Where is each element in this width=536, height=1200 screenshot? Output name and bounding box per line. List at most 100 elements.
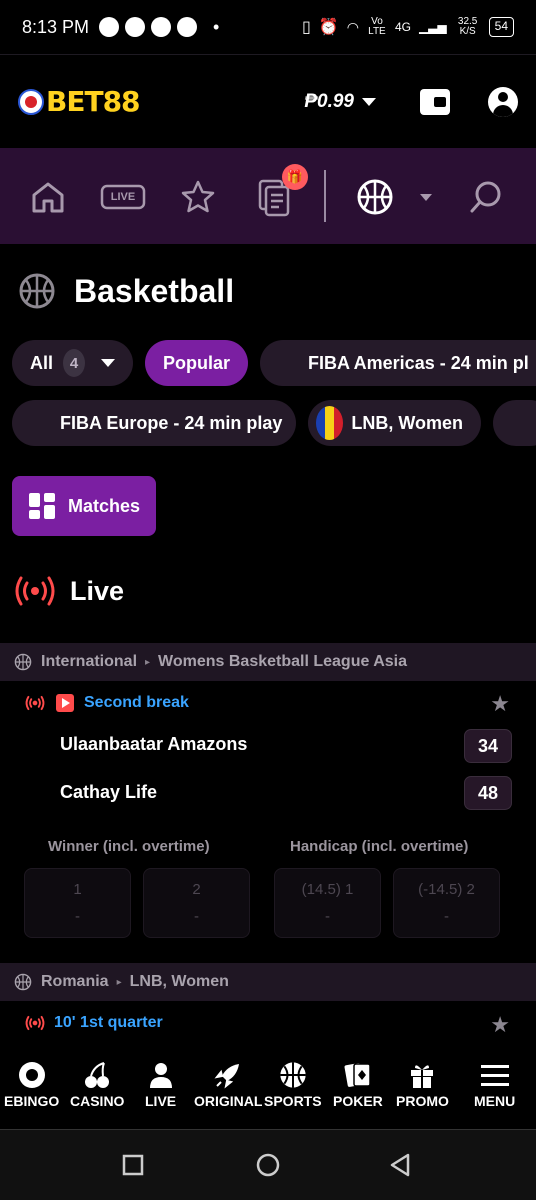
home-button[interactable] [28, 178, 68, 216]
search-button[interactable] [466, 178, 506, 216]
market-label-winner: Winner (incl. overtime) [48, 838, 210, 855]
outcome-odds: - [325, 908, 330, 925]
star-icon [181, 180, 215, 213]
outcome-odds: - [75, 908, 80, 925]
messenger-icon [125, 17, 146, 37]
outcome-odds: - [194, 908, 199, 925]
logo-emblem-icon [18, 88, 44, 115]
wifi-icon: ◠ [346, 18, 359, 35]
matches-view-button[interactable]: Matches [12, 476, 156, 536]
bottom-nav-ebingo[interactable]: EBINGO [4, 1057, 59, 1109]
bottom-nav-label: PROMO [396, 1093, 449, 1109]
bottom-nav-sports[interactable]: SPORTS [264, 1057, 322, 1109]
basketball-icon [14, 653, 32, 671]
sport-selector[interactable] [356, 178, 436, 216]
odds-button[interactable]: 1 - [24, 868, 131, 938]
filter-more[interactable] [493, 400, 536, 446]
bingo-ball-icon [17, 1057, 47, 1093]
match-status: 10' 1st quarter [24, 1014, 163, 1032]
logo[interactable]: BET88 [18, 85, 141, 118]
messenger-icon [151, 17, 172, 37]
betslip-button[interactable]: 🎁 [254, 164, 308, 217]
status-bar: 8:13 PM • ▯ ⏰ ◠ Vo LTE 4G ▁▃▅ 32.5 K/S 5… [0, 0, 536, 54]
recent-apps-icon[interactable] [122, 1154, 144, 1176]
bottom-nav-poker[interactable]: POKER [333, 1057, 383, 1109]
favorite-star-icon[interactable]: ★ [490, 1012, 510, 1038]
cards-icon [343, 1057, 373, 1093]
odds-button[interactable]: (-14.5) 2 - [393, 868, 500, 938]
outcome-name: (-14.5) 2 [418, 881, 475, 898]
filter-fiba-europe[interactable]: FIBA Europe - 24 min play [12, 400, 296, 446]
filter-lnb-women[interactable]: LNB, Women [308, 400, 481, 446]
account-icon[interactable] [488, 86, 518, 117]
bottom-nav-promo[interactable]: PROMO [396, 1057, 449, 1109]
filter-popular[interactable]: Popular [145, 340, 248, 386]
outcome-odds: - [444, 908, 449, 925]
sports-ball-icon [278, 1057, 308, 1093]
league-name: Womens Basketball League Asia [158, 653, 408, 670]
odds-button[interactable]: 2 - [143, 868, 250, 938]
basketball-icon [19, 273, 55, 309]
match-status-text: Second break [84, 694, 189, 711]
hamburger-menu-icon [480, 1057, 510, 1093]
wallet-icon[interactable] [420, 88, 450, 115]
vibrate-icon: ▯ [301, 19, 311, 36]
favorites-button[interactable] [178, 178, 218, 216]
battery-level: 54 [488, 17, 514, 37]
bottom-nav-label: CASINO [70, 1093, 125, 1109]
chevron-down-icon [420, 193, 432, 201]
live-broadcast-icon [15, 576, 55, 606]
grid-icon [29, 493, 55, 519]
league-header[interactable]: Romania ▸ LNB, Women [0, 963, 536, 1001]
chevron-down-icon [101, 359, 115, 367]
outcome-name: 1 [73, 881, 82, 898]
bottom-nav-label: MENU [474, 1093, 516, 1109]
app-header: BET88 ₱0.99 [0, 54, 536, 148]
bottom-nav-label: POKER [333, 1093, 383, 1109]
favorite-star-icon[interactable]: ★ [490, 691, 510, 717]
clock: 8:13 PM [22, 16, 90, 37]
live-button[interactable]: LIVE [100, 178, 146, 216]
balance-dropdown[interactable]: ₱0.99 [304, 91, 376, 113]
league-header[interactable]: International ▸ Womens Basketball League… [0, 643, 536, 681]
market-label-handicap: Handicap (incl. overtime) [290, 838, 469, 855]
page-title: Basketball [74, 272, 235, 309]
chevron-right-icon: ▸ [116, 976, 122, 988]
rocket-icon [213, 1057, 243, 1093]
league-name: LNB, Women [129, 973, 229, 990]
bottom-nav-casino[interactable]: CASINO [70, 1057, 124, 1109]
cherries-icon [82, 1057, 112, 1093]
live-stream-icon[interactable] [56, 694, 74, 712]
away-team-score: 48 [464, 776, 512, 810]
bottom-nav-label: EBINGO [4, 1093, 60, 1109]
home-circle-icon[interactable] [256, 1153, 280, 1177]
bottom-nav-label: LIVE [145, 1093, 177, 1109]
search-icon [470, 181, 501, 213]
gift-icon [407, 1057, 437, 1093]
network-label: Vo LTE [368, 16, 386, 37]
filter-fiba-americas-label: FIBA Americas - 24 min pl [308, 352, 529, 373]
filter-fiba-europe-label: FIBA Europe - 24 min play [60, 412, 283, 433]
basketball-icon [14, 973, 32, 991]
bottom-nav-menu[interactable]: MENU [474, 1057, 515, 1109]
live-section-heading: Live [14, 574, 124, 608]
league-country: Romania [41, 973, 109, 990]
live-broadcast-icon [25, 1015, 45, 1031]
back-icon[interactable] [388, 1153, 412, 1177]
bottom-nav-live[interactable]: LIVE [145, 1057, 176, 1109]
filter-lnb-women-label: LNB, Women [351, 412, 463, 433]
match-status: Second break [24, 694, 189, 712]
match-status-text: 10' 1st quarter [54, 1014, 163, 1031]
odds-button[interactable]: (14.5) 1 - [274, 868, 381, 938]
balance-value: ₱0.99 [304, 90, 354, 112]
page-title-row: Basketball [18, 272, 234, 310]
bottom-nav-original[interactable]: ORIGINAL [194, 1057, 262, 1109]
filter-all-dropdown[interactable]: All 4 [12, 340, 133, 386]
speed-label: 32.5 K/S [457, 16, 478, 37]
home-icon [32, 182, 64, 213]
away-team-name: Cathay Life [60, 782, 158, 802]
home-team-score: 34 [464, 729, 512, 763]
league-country: International [41, 653, 138, 670]
filter-fiba-americas[interactable]: FIBA Americas - 24 min pl [260, 340, 536, 386]
bottom-nav-label: ORIGINAL [194, 1093, 263, 1109]
